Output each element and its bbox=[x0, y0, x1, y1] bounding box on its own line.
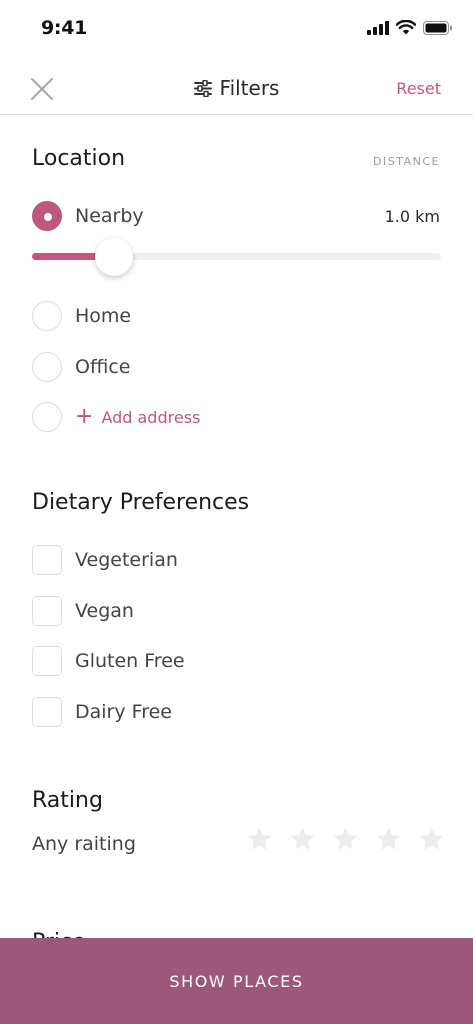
location-section-title: Location bbox=[32, 146, 126, 171]
distance-label: DISTANCE bbox=[373, 155, 440, 168]
radio-add-address[interactable] bbox=[32, 402, 62, 432]
status-bar: 9:41 bbox=[0, 0, 473, 58]
option-label: Dairy Free bbox=[75, 701, 172, 723]
star-rating[interactable] bbox=[246, 826, 445, 853]
add-address-button[interactable]: + Add address bbox=[75, 406, 200, 428]
checkbox-vegan[interactable] bbox=[32, 596, 62, 626]
distance-slider[interactable] bbox=[32, 238, 441, 276]
reset-button[interactable]: Reset bbox=[396, 79, 441, 98]
show-places-label: SHOW PLACES bbox=[169, 971, 304, 991]
diet-option-dairy-free[interactable]: Dairy Free bbox=[32, 696, 172, 728]
rating-section-title: Rating bbox=[32, 788, 103, 813]
radio-office[interactable] bbox=[32, 352, 62, 382]
checkbox-vegetarian[interactable] bbox=[32, 545, 62, 575]
checkbox-dairy-free[interactable] bbox=[32, 697, 62, 727]
distance-value: 1.0 km bbox=[384, 207, 440, 226]
radio-nearby[interactable] bbox=[32, 201, 62, 231]
option-label: Nearby bbox=[75, 205, 144, 227]
radio-home[interactable] bbox=[32, 301, 62, 331]
diet-option-vegan[interactable]: Vegan bbox=[32, 595, 134, 627]
nav-title-text: Filters bbox=[219, 76, 280, 100]
diet-option-vegetarian[interactable]: Vegeterian bbox=[32, 544, 178, 576]
plus-icon: + bbox=[75, 404, 94, 429]
add-address-row[interactable]: + Add address bbox=[32, 401, 200, 433]
star-icon[interactable] bbox=[332, 826, 359, 853]
star-icon[interactable] bbox=[289, 826, 316, 853]
nav-bar: Filters Reset bbox=[0, 58, 473, 115]
option-label: Vegan bbox=[75, 600, 134, 622]
cellular-signal-icon bbox=[367, 20, 389, 35]
option-label: Gluten Free bbox=[75, 650, 185, 672]
add-address-label: Add address bbox=[101, 407, 201, 427]
option-label: Vegeterian bbox=[75, 549, 178, 571]
show-places-button[interactable]: SHOW PLACES bbox=[0, 938, 473, 1024]
wifi-icon bbox=[396, 20, 416, 35]
checkbox-gluten-free[interactable] bbox=[32, 646, 62, 676]
rating-value-label: Any raiting bbox=[32, 833, 136, 855]
star-icon[interactable] bbox=[375, 826, 402, 853]
status-time: 9:41 bbox=[41, 17, 88, 39]
option-label: Home bbox=[75, 305, 132, 327]
status-icons bbox=[367, 20, 453, 35]
star-icon[interactable] bbox=[246, 826, 273, 853]
star-icon[interactable] bbox=[418, 826, 445, 853]
battery-icon bbox=[423, 20, 452, 35]
location-option-office[interactable]: Office bbox=[32, 351, 130, 383]
filter-sliders-icon bbox=[193, 79, 212, 97]
option-label: Office bbox=[75, 356, 131, 378]
diet-option-gluten-free[interactable]: Gluten Free bbox=[32, 645, 185, 677]
slider-thumb[interactable] bbox=[94, 238, 133, 276]
location-option-nearby[interactable]: Nearby bbox=[32, 200, 144, 232]
location-option-home[interactable]: Home bbox=[32, 300, 131, 332]
dietary-section-title: Dietary Preferences bbox=[32, 490, 250, 515]
